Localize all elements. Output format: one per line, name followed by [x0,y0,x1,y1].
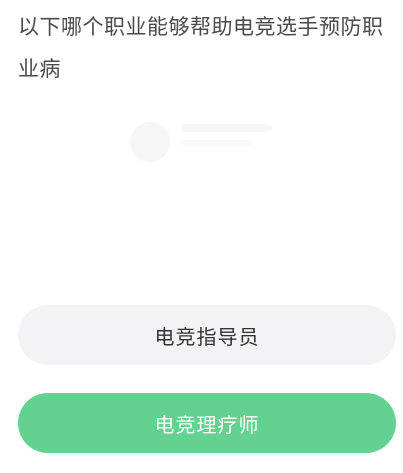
answer-option-a[interactable]: 电竞指导员 [18,305,396,365]
quiz-screen: 以下哪个职业能够帮助电竞选手预防职业病 电竞指导员 电竞理疗师 [0,0,403,473]
faint-line-shape [182,140,252,146]
question-text: 以下哪个职业能够帮助电竞选手预防职业病 [18,15,384,81]
faint-line-shape [182,124,272,132]
faint-circle-shape [130,122,170,162]
faint-background-illustration [130,122,272,162]
answer-option-b[interactable]: 电竞理疗师 [18,393,396,453]
